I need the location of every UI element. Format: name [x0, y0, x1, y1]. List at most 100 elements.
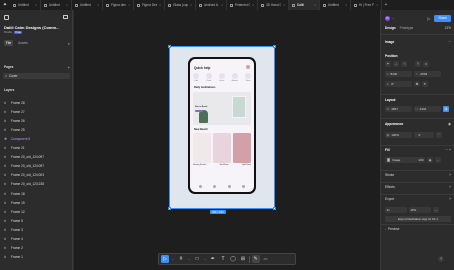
present-icon[interactable]: ▷ — [427, 16, 430, 21]
layer-item[interactable]: # Frame 21 — [4, 144, 70, 153]
corner-icon[interactable]: ⌜ — [436, 132, 442, 138]
tab-item[interactable]: Android A × — [196, 0, 227, 10]
effects-row[interactable]: Effects + — [385, 185, 451, 189]
actions-tool-icon[interactable]: ⊞ — [239, 255, 247, 263]
layer-item[interactable]: # Frame 18 — [4, 189, 70, 198]
settings-icon[interactable]: ⋯ — [448, 40, 452, 44]
layer-item[interactable]: # Frame 1 — [4, 253, 70, 262]
share-button[interactable]: Share — [434, 14, 451, 22]
align-top-icon[interactable]: ⊤ — [415, 61, 421, 67]
main-menu-icon[interactable] — [4, 14, 9, 20]
preview-row[interactable]: › Preview — [385, 227, 451, 231]
shape-tool-icon[interactable]: □ — [193, 255, 201, 263]
flip-icon[interactable]: ⇆ — [414, 81, 420, 87]
sidebar-toggle-icon[interactable] — [63, 15, 68, 19]
frame-tool-icon[interactable]: # — [177, 255, 185, 263]
eye-icon[interactable]: ◉ — [448, 122, 451, 126]
layer-item[interactable]: ❖ Component 5 — [4, 134, 70, 143]
chevron-down-icon[interactable]: ⌄ — [171, 255, 175, 263]
tab-item[interactable]: Pinterest Gr× — [227, 0, 258, 10]
radius-field[interactable]: ◜ 0 — [414, 132, 434, 138]
tab-item[interactable]: Untitled × — [320, 0, 351, 10]
chevron-down-icon[interactable]: ⌄ — [203, 255, 207, 263]
y-field[interactable]: Y -2503 — [414, 71, 441, 77]
resize-handle[interactable] — [273, 45, 276, 48]
layer-item[interactable]: # Frame 28 — [4, 98, 70, 107]
add-page-icon[interactable]: + — [68, 65, 70, 70]
visibility-icon[interactable]: ◉ — [427, 157, 433, 163]
tab-item[interactable]: Untitled × — [72, 0, 103, 10]
close-icon[interactable]: × — [35, 3, 37, 7]
zoom-level[interactable]: 13% — [445, 26, 451, 30]
tab-assets[interactable]: Assets — [16, 40, 30, 46]
add-effect-icon[interactable]: + — [449, 185, 451, 189]
dev-mode-toggle[interactable]: </> — [262, 255, 270, 263]
export-format[interactable]: JPG — [409, 207, 431, 213]
close-icon[interactable]: × — [283, 3, 285, 7]
close-icon[interactable]: × — [66, 3, 68, 7]
layer-item[interactable]: # Frame 4 — [4, 235, 70, 244]
help-icon[interactable]: ? — [438, 256, 444, 262]
text-tool-icon[interactable]: T — [219, 255, 227, 263]
fill-actions-icon[interactable]: ⋯ + — [444, 148, 451, 152]
export-button[interactable]: Export Meditation App UI Kit 1 — [385, 216, 451, 222]
avatar[interactable]: D — [385, 15, 390, 21]
selected-frame[interactable]: Quick help Calm Relax Focus Anxious Sleep Da… — [168, 45, 276, 210]
new-tab-icon[interactable]: + — [382, 2, 390, 8]
stroke-row[interactable]: Stroke + — [385, 173, 451, 177]
close-icon[interactable]: × — [159, 3, 161, 7]
align-right-icon[interactable]: ⊣ — [401, 61, 407, 67]
chevron-down-icon[interactable]: ⌄ — [187, 255, 191, 263]
layer-item[interactable]: # Frame 12 — [4, 207, 70, 216]
tab-item[interactable]: Figma Desi × — [134, 0, 165, 10]
resize-handle[interactable] — [273, 207, 276, 210]
close-icon[interactable]: × — [221, 3, 223, 7]
remove-icon[interactable]: − — [435, 157, 441, 163]
close-icon[interactable]: × — [97, 3, 99, 7]
align-middle-icon[interactable]: ≡ — [423, 61, 429, 67]
tab-item[interactable]: Glass (cop × — [165, 0, 196, 10]
layer-item[interactable]: # Frame 20_old_123:238 — [4, 180, 70, 189]
fill-field[interactable]: Image 100 — [385, 157, 425, 163]
chevron-down-icon[interactable]: ⌄ — [392, 16, 395, 20]
add-export-icon[interactable]: + — [449, 197, 451, 201]
layer-item[interactable]: # Frame 2 — [4, 244, 70, 253]
layer-item[interactable]: # Frame 5 — [4, 216, 70, 225]
export-more-icon[interactable]: ⋯ — [433, 207, 439, 213]
add-stroke-icon[interactable]: + — [449, 173, 451, 177]
layer-item[interactable]: # Frame 27 — [4, 107, 70, 116]
figma-logo-icon[interactable]: ✦ — [0, 0, 10, 10]
height-field[interactable]: H 4334 — [414, 106, 441, 112]
pen-tool-icon[interactable]: ✒ — [209, 255, 217, 263]
align-center-icon[interactable]: ⊥ — [393, 61, 399, 67]
comment-tool-icon[interactable]: ◯ — [229, 255, 237, 263]
close-icon[interactable]: × — [345, 3, 347, 7]
search-icon[interactable]: ⌕ — [68, 41, 70, 46]
close-icon[interactable]: × — [314, 3, 316, 7]
tab-item[interactable]: Untitled × — [41, 0, 72, 10]
tab-item[interactable]: Untitled × — [10, 0, 41, 10]
drafts-label[interactable]: Drafts — [4, 30, 12, 34]
draw-mode-icon[interactable]: ✎ — [251, 255, 260, 263]
rotation-field[interactable]: ∠ 0° — [385, 81, 412, 87]
resize-handle[interactable] — [168, 207, 171, 210]
close-icon[interactable]: × — [128, 3, 130, 7]
tab-item[interactable]: 3D Hand Ge× — [258, 0, 289, 10]
tab-item[interactable]: Figma desi × — [103, 0, 134, 10]
tab-item[interactable]: Hi | Free Fi × — [351, 0, 382, 10]
canvas[interactable]: Quick help Calm Relax Focus Anxious Sleep Da… — [74, 10, 380, 270]
tab-item[interactable]: Dalili × — [289, 0, 320, 10]
rotate-icon[interactable]: ↻ — [422, 81, 428, 87]
layer-item[interactable]: # Frame 25 — [4, 125, 70, 134]
resize-handle[interactable] — [168, 45, 171, 48]
export-scale[interactable]: 1x — [385, 207, 407, 213]
align-left-icon[interactable]: ⊢ — [385, 61, 391, 67]
tab-design[interactable]: Design — [385, 26, 396, 30]
layer-item[interactable]: # Frame 3 — [4, 225, 70, 234]
close-icon[interactable]: × — [252, 3, 254, 7]
layer-item[interactable]: # Frame 20_old_124:097 — [4, 153, 70, 162]
page-item-cover[interactable]: ✓ Cover — [3, 73, 70, 79]
x-field[interactable]: X 8440 — [385, 71, 412, 77]
constrain-icon[interactable]: ⛓ — [443, 106, 449, 112]
close-icon[interactable]: × — [190, 3, 192, 7]
